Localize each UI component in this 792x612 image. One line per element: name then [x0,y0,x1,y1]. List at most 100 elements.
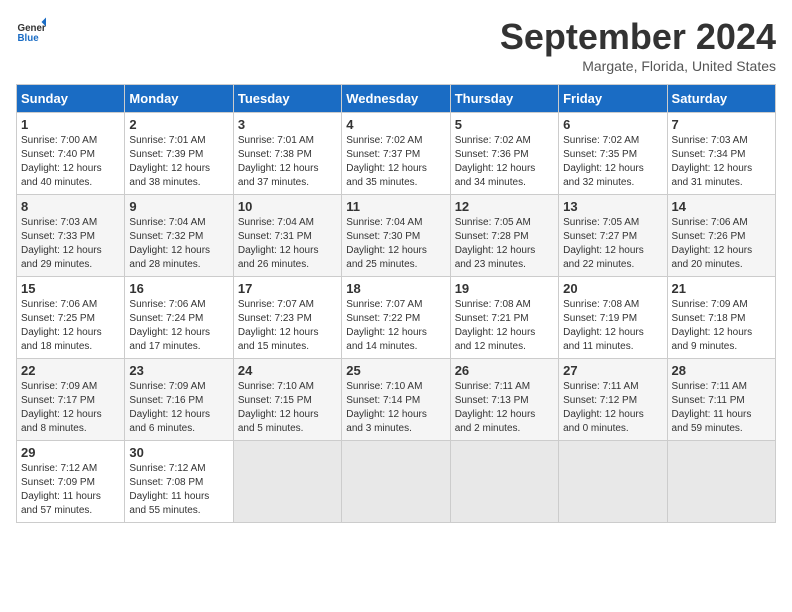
day-info: Sunrise: 7:10 AM Sunset: 7:15 PM Dayligh… [238,380,337,436]
day-info: Sunrise: 7:09 AM Sunset: 7:18 PM Dayligh… [672,298,771,354]
day-info: Sunrise: 7:04 AM Sunset: 7:32 PM Dayligh… [129,216,228,272]
week-row-1: 1 Sunrise: 7:00 AM Sunset: 7:40 PM Daylig… [17,113,776,195]
week-row-3: 15 Sunrise: 7:06 AM Sunset: 7:25 PM Dayli… [17,277,776,359]
day-number: 15 [21,281,120,296]
day-number: 9 [129,199,228,214]
week-row-5: 29Sunrise: 7:12 AM Sunset: 7:09 PM Dayli… [17,441,776,523]
day-info: Sunrise: 7:01 AM Sunset: 7:39 PM Dayligh… [129,134,228,190]
header-row: Sunday Monday Tuesday Wednesday Thursday… [17,85,776,113]
day-info: Sunrise: 7:02 AM Sunset: 7:35 PM Dayligh… [563,134,662,190]
logo-icon: General Blue [16,16,46,46]
page-header: General Blue September 2024 Margate, Flo… [16,16,776,74]
col-friday: Friday [559,85,667,113]
day-info: Sunrise: 7:11 AM Sunset: 7:13 PM Dayligh… [455,380,554,436]
day-cell: 18 Sunrise: 7:07 AM Sunset: 7:22 PM Dayli… [342,277,450,359]
col-tuesday: Tuesday [233,85,341,113]
day-number: 7 [672,117,771,132]
day-number: 10 [238,199,337,214]
day-info: Sunrise: 7:11 AM Sunset: 7:11 PM Dayligh… [672,380,771,436]
day-cell [233,441,341,523]
day-cell [450,441,558,523]
day-cell: 11 Sunrise: 7:04 AM Sunset: 7:30 PM Dayli… [342,195,450,277]
day-info: Sunrise: 7:09 AM Sunset: 7:17 PM Dayligh… [21,380,120,436]
day-cell: 25 Sunrise: 7:10 AM Sunset: 7:14 PM Dayli… [342,359,450,441]
day-cell: 7Sunrise: 7:03 AM Sunset: 7:34 PM Daylig… [667,113,775,195]
day-info: Sunrise: 7:01 AM Sunset: 7:38 PM Dayligh… [238,134,337,190]
day-number: 17 [238,281,337,296]
calendar-subtitle: Margate, Florida, United States [500,58,776,74]
day-cell: 13Sunrise: 7:05 AM Sunset: 7:27 PM Dayli… [559,195,667,277]
calendar-body: 1 Sunrise: 7:00 AM Sunset: 7:40 PM Daylig… [17,113,776,523]
day-info: Sunrise: 7:09 AM Sunset: 7:16 PM Dayligh… [129,380,228,436]
day-cell [559,441,667,523]
day-cell: 20Sunrise: 7:08 AM Sunset: 7:19 PM Dayli… [559,277,667,359]
day-cell: 4Sunrise: 7:02 AM Sunset: 7:37 PM Daylig… [342,113,450,195]
logo: General Blue [16,16,46,46]
day-number: 25 [346,363,445,378]
day-cell: 10 Sunrise: 7:04 AM Sunset: 7:31 PM Dayli… [233,195,341,277]
day-cell: 14Sunrise: 7:06 AM Sunset: 7:26 PM Dayli… [667,195,775,277]
day-info: Sunrise: 7:00 AM Sunset: 7:40 PM Dayligh… [21,134,120,190]
day-number: 6 [563,117,662,132]
col-monday: Monday [125,85,233,113]
day-cell: 2 Sunrise: 7:01 AM Sunset: 7:39 PM Daylig… [125,113,233,195]
week-row-2: 8 Sunrise: 7:03 AM Sunset: 7:33 PM Daylig… [17,195,776,277]
day-cell: 19 Sunrise: 7:08 AM Sunset: 7:21 PM Dayli… [450,277,558,359]
day-info: Sunrise: 7:02 AM Sunset: 7:36 PM Dayligh… [455,134,554,190]
day-number: 28 [672,363,771,378]
day-number: 27 [563,363,662,378]
day-info: Sunrise: 7:07 AM Sunset: 7:22 PM Dayligh… [346,298,445,354]
title-area: September 2024 Margate, Florida, United … [500,16,776,74]
calendar-title: September 2024 [500,16,776,58]
day-cell: 26 Sunrise: 7:11 AM Sunset: 7:13 PM Dayli… [450,359,558,441]
day-info: Sunrise: 7:08 AM Sunset: 7:21 PM Dayligh… [455,298,554,354]
day-number: 8 [21,199,120,214]
day-info: Sunrise: 7:06 AM Sunset: 7:25 PM Dayligh… [21,298,120,354]
day-cell: 28 Sunrise: 7:11 AM Sunset: 7:11 PM Dayli… [667,359,775,441]
calendar-table: Sunday Monday Tuesday Wednesday Thursday… [16,84,776,523]
day-number: 19 [455,281,554,296]
day-info: Sunrise: 7:04 AM Sunset: 7:30 PM Dayligh… [346,216,445,272]
col-saturday: Saturday [667,85,775,113]
day-info: Sunrise: 7:10 AM Sunset: 7:14 PM Dayligh… [346,380,445,436]
day-info: Sunrise: 7:05 AM Sunset: 7:28 PM Dayligh… [455,216,554,272]
day-cell: 24Sunrise: 7:10 AM Sunset: 7:15 PM Dayli… [233,359,341,441]
day-number: 18 [346,281,445,296]
day-cell: 8 Sunrise: 7:03 AM Sunset: 7:33 PM Daylig… [17,195,125,277]
day-number: 2 [129,117,228,132]
day-info: Sunrise: 7:07 AM Sunset: 7:23 PM Dayligh… [238,298,337,354]
day-info: Sunrise: 7:06 AM Sunset: 7:26 PM Dayligh… [672,216,771,272]
day-cell: 23 Sunrise: 7:09 AM Sunset: 7:16 PM Dayli… [125,359,233,441]
day-number: 5 [455,117,554,132]
col-thursday: Thursday [450,85,558,113]
day-cell: 27 Sunrise: 7:11 AM Sunset: 7:12 PM Dayli… [559,359,667,441]
day-number: 12 [455,199,554,214]
day-number: 16 [129,281,228,296]
day-info: Sunrise: 7:12 AM Sunset: 7:09 PM Dayligh… [21,462,120,518]
col-wednesday: Wednesday [342,85,450,113]
day-info: Sunrise: 7:11 AM Sunset: 7:12 PM Dayligh… [563,380,662,436]
col-sunday: Sunday [17,85,125,113]
day-number: 4 [346,117,445,132]
day-number: 11 [346,199,445,214]
day-cell: 3 Sunrise: 7:01 AM Sunset: 7:38 PM Daylig… [233,113,341,195]
day-number: 1 [21,117,120,132]
day-cell [667,441,775,523]
calendar-header: Sunday Monday Tuesday Wednesday Thursday… [17,85,776,113]
day-info: Sunrise: 7:04 AM Sunset: 7:31 PM Dayligh… [238,216,337,272]
day-cell: 29Sunrise: 7:12 AM Sunset: 7:09 PM Dayli… [17,441,125,523]
day-info: Sunrise: 7:03 AM Sunset: 7:33 PM Dayligh… [21,216,120,272]
day-number: 23 [129,363,228,378]
day-cell: 15 Sunrise: 7:06 AM Sunset: 7:25 PM Dayli… [17,277,125,359]
day-number: 30 [129,445,228,460]
day-number: 3 [238,117,337,132]
day-number: 26 [455,363,554,378]
day-cell: 12 Sunrise: 7:05 AM Sunset: 7:28 PM Dayli… [450,195,558,277]
day-cell: 21 Sunrise: 7:09 AM Sunset: 7:18 PM Dayli… [667,277,775,359]
day-cell: 30 Sunrise: 7:12 AM Sunset: 7:08 PM Dayli… [125,441,233,523]
day-info: Sunrise: 7:12 AM Sunset: 7:08 PM Dayligh… [129,462,228,518]
day-number: 22 [21,363,120,378]
day-cell: 22 Sunrise: 7:09 AM Sunset: 7:17 PM Dayli… [17,359,125,441]
day-number: 21 [672,281,771,296]
day-cell: 5 Sunrise: 7:02 AM Sunset: 7:36 PM Daylig… [450,113,558,195]
